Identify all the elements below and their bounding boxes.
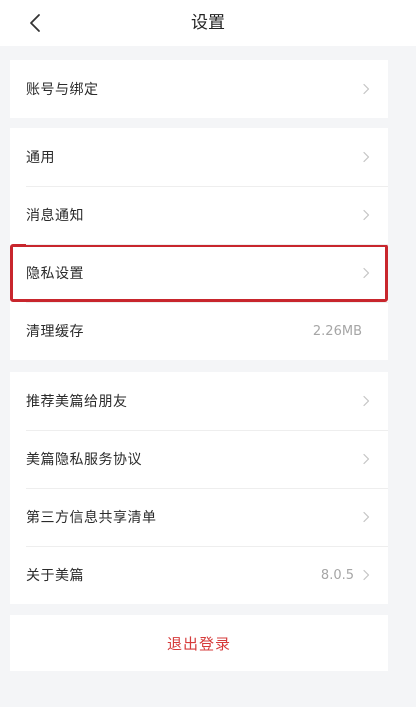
chevron-right-icon: [363, 453, 370, 465]
settings-item-general[interactable]: 通用: [10, 128, 388, 186]
back-button[interactable]: [18, 6, 52, 40]
settings-item-label: 账号与绑定: [26, 82, 99, 98]
settings-item-notifications[interactable]: 消息通知: [10, 186, 388, 244]
chevron-right-icon: [363, 569, 370, 581]
chevron-right-icon: [363, 511, 370, 523]
page-title: 设置: [191, 13, 225, 33]
version-value: 8.0.5: [320, 567, 354, 583]
settings-item-label: 推荐美篇给朋友: [26, 394, 128, 410]
settings-item-label: 隐私设置: [26, 266, 84, 282]
chevron-right-icon: [363, 395, 370, 407]
settings-group-about: 推荐美篇给朋友 美篇隐私服务协议 第三方信息共享清单 关于美篇 8.0.5: [10, 372, 388, 604]
settings-group-account: 账号与绑定: [10, 60, 388, 118]
settings-item-label: 第三方信息共享清单: [26, 510, 157, 526]
chevron-left-icon: [30, 14, 40, 32]
cache-size-value: 2.26MB: [312, 323, 362, 339]
settings-item-recommend[interactable]: 推荐美篇给朋友: [10, 372, 388, 430]
chevron-right-icon: [363, 83, 370, 95]
chevron-right-icon: [363, 267, 370, 279]
settings-item-about[interactable]: 关于美篇 8.0.5: [10, 546, 388, 604]
settings-item-label: 美篇隐私服务协议: [26, 452, 142, 468]
settings-item-label: 消息通知: [26, 208, 84, 224]
chevron-right-icon: [363, 151, 370, 163]
settings-item-clear-cache[interactable]: 清理缓存 2.26MB: [10, 302, 388, 360]
settings-item-third-party-sharing[interactable]: 第三方信息共享清单: [10, 488, 388, 546]
settings-group-general: 通用 消息通知 隐私设置 清理缓存 2.26MB: [10, 128, 388, 360]
nav-bar: 设置: [0, 0, 416, 46]
logout-label: 退出登录: [166, 634, 231, 653]
settings-item-label: 通用: [26, 150, 55, 166]
settings-item-privacy-policy[interactable]: 美篇隐私服务协议: [10, 430, 388, 488]
settings-item-privacy[interactable]: 隐私设置: [10, 244, 388, 302]
settings-item-label: 关于美篇: [26, 568, 84, 584]
logout-button[interactable]: 退出登录: [10, 615, 388, 671]
settings-item-account-binding[interactable]: 账号与绑定: [10, 60, 388, 118]
settings-item-label: 清理缓存: [26, 324, 84, 340]
settings-screen: 设置 账号与绑定 通用 消息通知 隐私设置 清理缓存 2.26MB 推荐美篇给朋…: [0, 0, 416, 707]
chevron-right-icon: [363, 209, 370, 221]
